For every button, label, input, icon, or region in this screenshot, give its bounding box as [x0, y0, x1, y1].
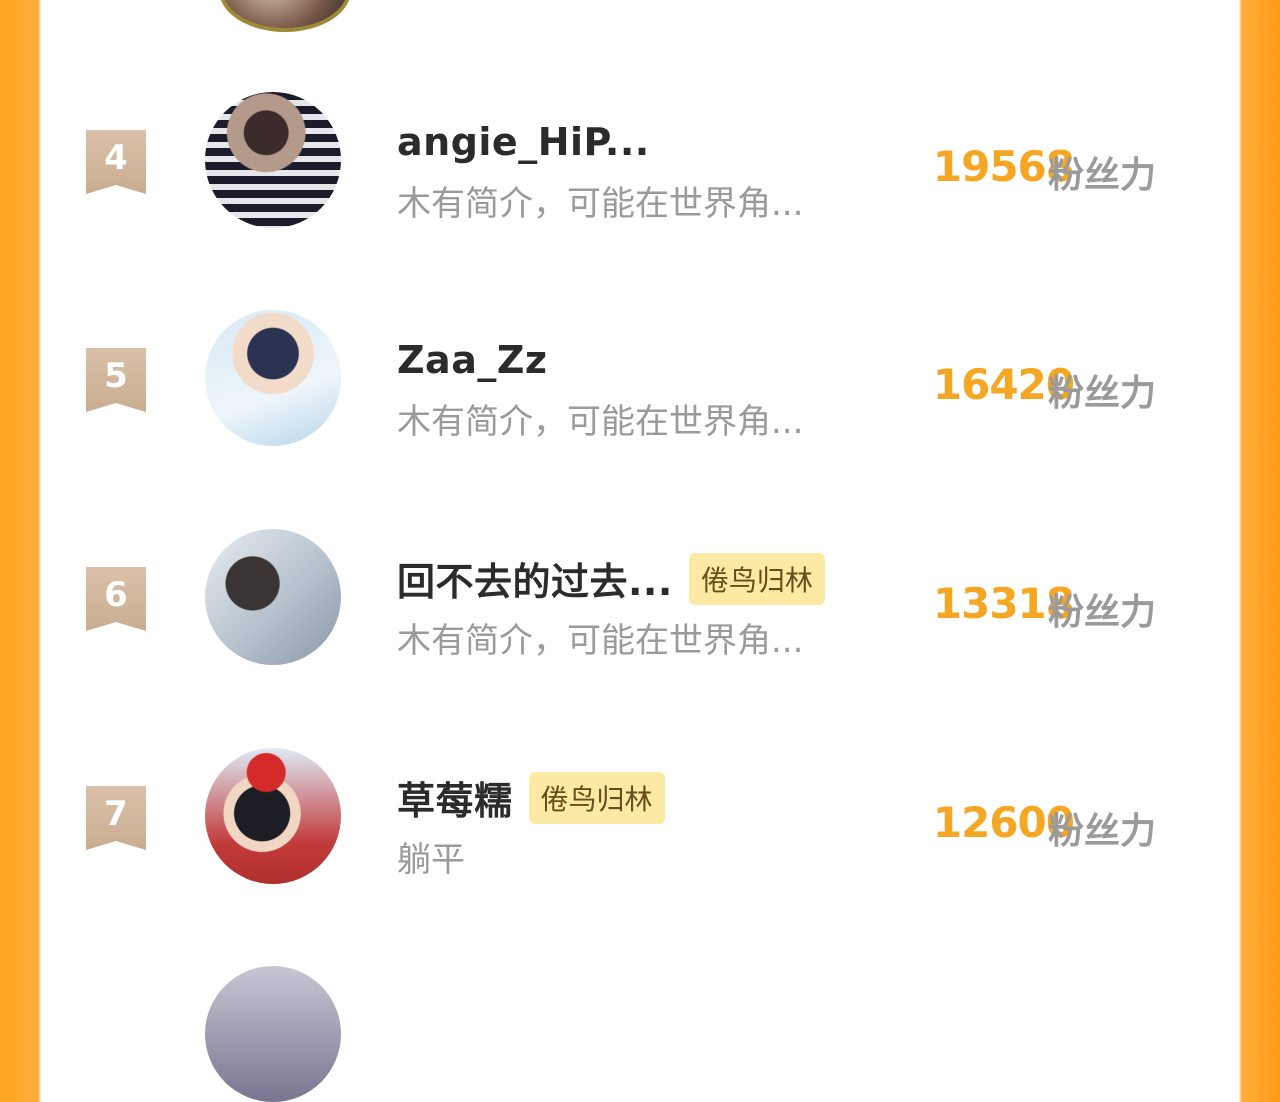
name-line: angie_HiP...: [397, 120, 650, 164]
fan-score-unit: 粉丝力: [1048, 373, 1157, 414]
fan-score-unit: 粉丝力: [1048, 155, 1157, 196]
avatar[interactable]: [205, 748, 341, 884]
fan-score-unit: 粉丝力: [1048, 811, 1157, 852]
user-name[interactable]: angie_HiP...: [397, 120, 650, 164]
user-name[interactable]: 草莓糯: [397, 770, 513, 825]
group-badge: 倦鸟归林: [688, 552, 825, 605]
leaderboard-row-4[interactable]: 4 angie_HiP... 木有简介，可能在世界角... 19568 粉丝力: [0, 92, 1280, 232]
rank-badge: 4: [86, 130, 146, 194]
fan-score-unit: 粉丝力: [1048, 592, 1157, 633]
user-name[interactable]: 回不去的过去...: [397, 551, 673, 606]
group-badge: 倦鸟归林: [528, 771, 665, 824]
rank-badge: 6: [86, 567, 146, 631]
leaderboard-row-6[interactable]: 6 回不去的过去... 倦鸟归林 木有简介，可能在世界角... 13318 粉丝…: [0, 529, 1280, 669]
avatar[interactable]: [205, 92, 341, 228]
avatar-partial-bottom[interactable]: [205, 966, 341, 1102]
name-line: 草莓糯 倦鸟归林: [397, 770, 665, 825]
rank-badge: 5: [86, 348, 146, 412]
user-bio: 木有简介，可能在世界角...: [397, 621, 804, 661]
user-bio: 木有简介，可能在世界角...: [397, 402, 804, 442]
name-line: Zaa_Zz: [397, 338, 548, 382]
name-line: 回不去的过去... 倦鸟归林: [397, 551, 825, 606]
avatar[interactable]: [205, 529, 341, 665]
rank-badge: 7: [86, 786, 146, 850]
user-name[interactable]: Zaa_Zz: [397, 338, 548, 382]
user-bio: 木有简介，可能在世界角...: [397, 184, 804, 224]
leaderboard-row-5[interactable]: 5 Zaa_Zz 木有简介，可能在世界角... 16420 粉丝力: [0, 310, 1280, 450]
leaderboard-row-7[interactable]: 7 草莓糯 倦鸟归林 躺平 12600 粉丝力: [0, 748, 1280, 888]
user-bio: 躺平: [397, 840, 465, 880]
avatar[interactable]: [205, 310, 341, 446]
